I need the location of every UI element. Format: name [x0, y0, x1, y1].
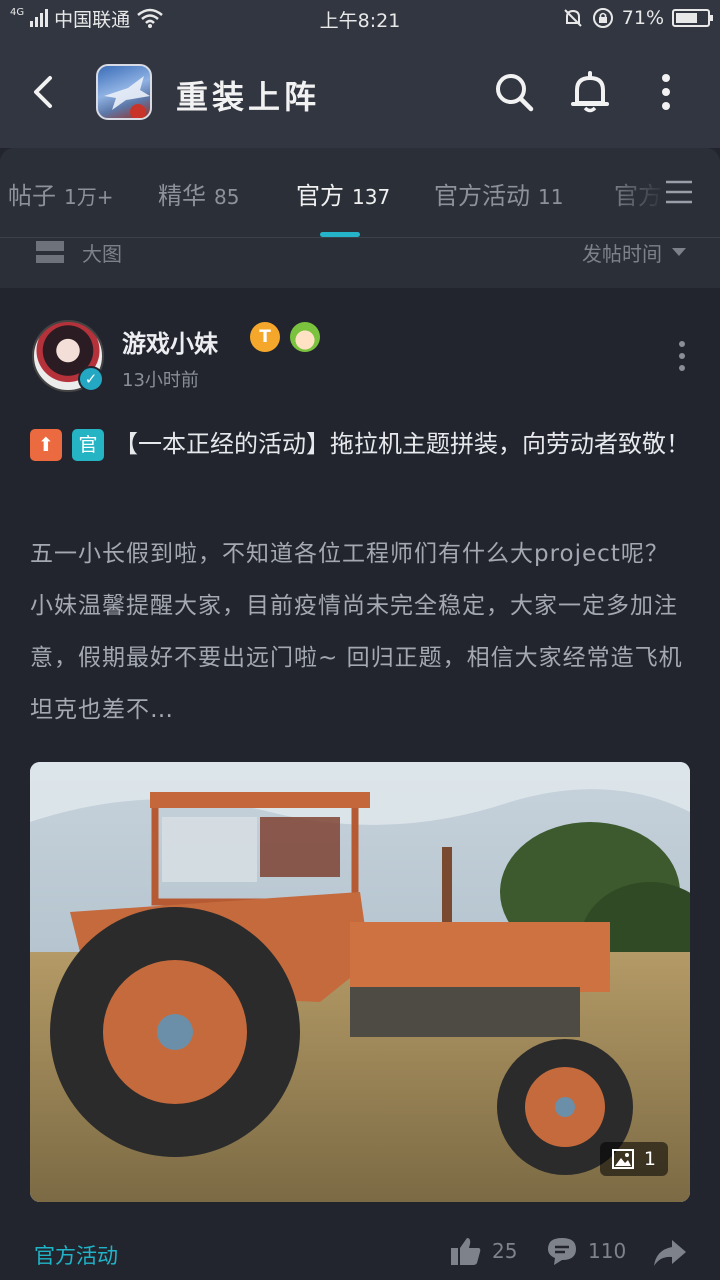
- rotation-lock-icon: [592, 8, 613, 28]
- share-icon[interactable]: [652, 1238, 688, 1268]
- tab-count: 11: [538, 185, 564, 209]
- tab-count: 137: [352, 185, 391, 209]
- official-tag: 官: [72, 429, 104, 461]
- post-image[interactable]: 1: [30, 762, 690, 1202]
- tab-count: 85: [214, 185, 240, 209]
- game-app-icon[interactable]: [96, 64, 152, 120]
- post-card[interactable]: ✓ 游戏小妹 T 13小时前 ⬆ 官【一本正经的活动】拖拉机主题拼装，向劳动者致敬…: [0, 288, 720, 1280]
- comment-button[interactable]: 110: [546, 1236, 626, 1266]
- category-link[interactable]: 官方活动: [34, 1240, 118, 1270]
- verified-icon: ✓: [78, 366, 104, 392]
- post-title: 【一本正经的活动】拖拉机主题拼装，向劳动者致敬！: [114, 430, 690, 458]
- wifi-icon: [137, 8, 163, 28]
- level-badge-icon: T: [250, 322, 280, 352]
- image-count-badge: 1: [599, 1142, 668, 1176]
- tab-label: 精华: [158, 182, 206, 210]
- tab-list-icon[interactable]: [664, 178, 694, 206]
- jet-icon: [104, 76, 150, 118]
- tab-posts[interactable]: 帖子 1万+: [8, 176, 113, 211]
- sort-dropdown[interactable]: 发帖时间: [582, 238, 686, 267]
- tab-bar: 帖子 1万+ 精华 85 官方 137 官方活动 11 官方: [0, 148, 720, 238]
- bell-icon[interactable]: [568, 70, 612, 114]
- filter-bar: 大图 发帖时间: [0, 238, 720, 288]
- post-title-row[interactable]: ⬆ 官【一本正经的活动】拖拉机主题拼装，向劳动者致敬！: [30, 420, 690, 468]
- status-bar: 4G 中国联通 上午8:21 71%: [0, 0, 720, 36]
- tab-fade: [600, 168, 720, 218]
- like-count: 25: [492, 1239, 518, 1263]
- sort-label: 发帖时间: [582, 242, 662, 266]
- tab-label: 帖子: [8, 182, 56, 210]
- more-vertical-icon[interactable]: [644, 70, 688, 114]
- post-body[interactable]: 五一小长假到啦，不知道各位工程师们有什么大project呢？小妹温馨提醒大家，目…: [30, 528, 690, 736]
- battery-percent: 71%: [621, 7, 664, 29]
- tab-count: 1万+: [64, 185, 114, 209]
- app-bar: 重装上阵: [0, 36, 720, 148]
- view-mode-toggle[interactable]: 大图: [36, 238, 122, 267]
- comment-count: 110: [588, 1239, 627, 1263]
- post-time: 13小时前: [122, 370, 199, 391]
- tab-featured[interactable]: 精华 85: [158, 176, 239, 211]
- tab-label: 官方活动: [434, 182, 530, 210]
- tab-label: 官方: [296, 182, 344, 210]
- search-icon[interactable]: [492, 70, 536, 114]
- large-image-view-icon: [36, 240, 64, 263]
- avatar-badge-icon: [290, 322, 320, 352]
- page-title: 重装上阵: [176, 78, 321, 116]
- like-button[interactable]: 25: [450, 1236, 517, 1266]
- chevron-down-icon: [672, 247, 686, 256]
- signal-icon: [30, 9, 49, 27]
- post-footer: 官方活动 25 110: [0, 1228, 720, 1280]
- comment-icon: [548, 1238, 576, 1265]
- back-icon[interactable]: [26, 74, 62, 110]
- tractor-photo: [30, 762, 690, 1202]
- active-tab-indicator: [320, 232, 360, 237]
- tab-official-events[interactable]: 官方活动 11: [434, 176, 563, 211]
- carrier-name: 中国联通: [54, 8, 131, 31]
- image-count: 1: [643, 1148, 656, 1170]
- view-mode-label: 大图: [82, 242, 122, 266]
- author-name[interactable]: 游戏小妹: [122, 324, 218, 359]
- pinned-tag-icon: ⬆: [30, 429, 62, 461]
- post-more-icon[interactable]: [676, 340, 688, 372]
- tab-official[interactable]: 官方 137: [296, 176, 390, 211]
- battery-icon: [672, 9, 713, 27]
- thumbs-up-icon: [451, 1238, 481, 1265]
- network-type: 4G: [10, 7, 25, 18]
- mute-bell-icon: [564, 9, 582, 27]
- image-icon: [611, 1149, 634, 1169]
